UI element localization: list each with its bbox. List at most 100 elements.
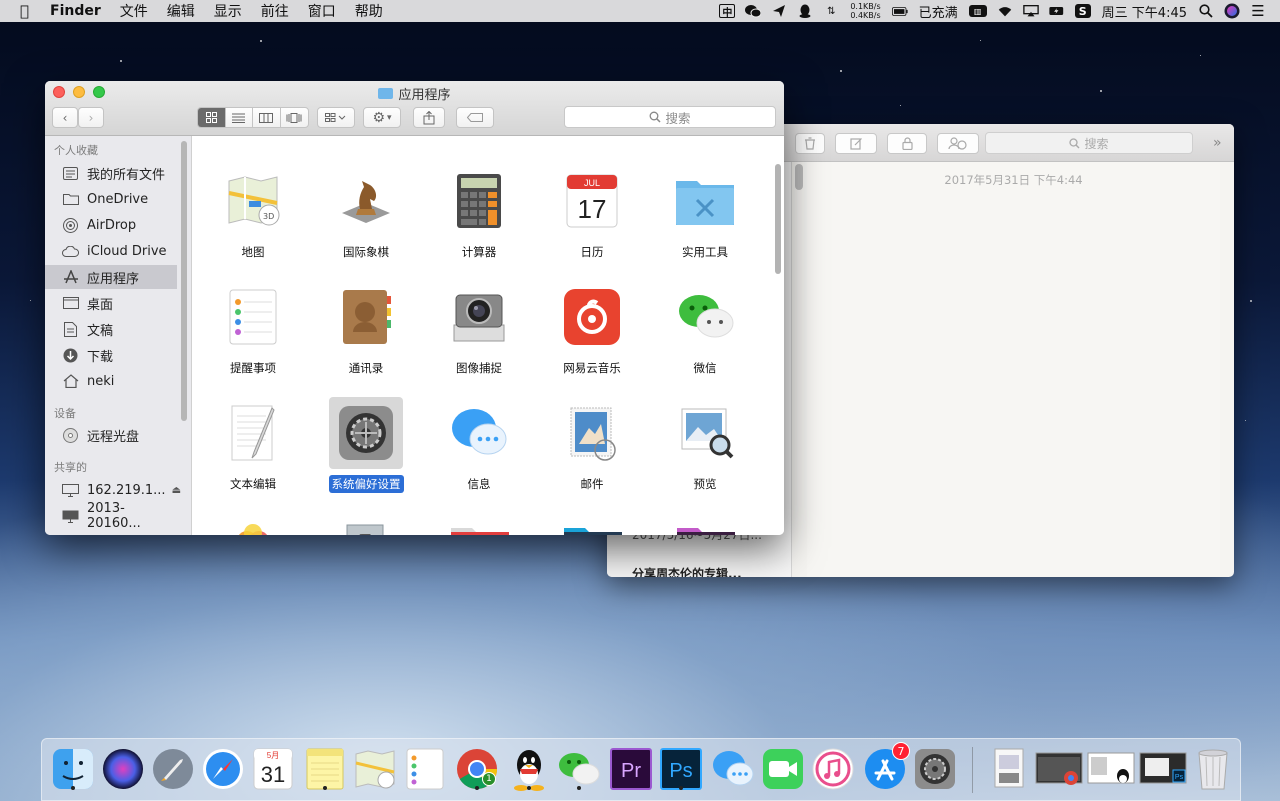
sogou-icon[interactable]: S (1074, 4, 1091, 18)
app-maps[interactable]: 3D 地图 (198, 171, 308, 261)
sidebar-item-home[interactable]: neki (45, 369, 177, 393)
dock-minimized-photoshop-window[interactable]: Ps (1138, 746, 1188, 792)
share-button[interactable] (413, 107, 445, 128)
content-scrollbar[interactable] (775, 164, 781, 274)
app-netease-music[interactable]: 网易云音乐 (537, 287, 647, 377)
sidebar-item-documents[interactable]: 文稿 (45, 317, 177, 341)
app-folder-partial-blue[interactable] (563, 523, 623, 535)
arrows-status-icon[interactable]: ⇅ (823, 4, 839, 18)
app-textedit[interactable]: 文本编辑 (198, 403, 308, 493)
dock-launchpad[interactable] (150, 746, 196, 792)
dock-facetime[interactable] (760, 746, 806, 792)
app-mail[interactable]: 邮件 (537, 403, 647, 493)
app-calculator[interactable]: 计算器 (424, 171, 534, 261)
charging-battery-icon[interactable] (1049, 4, 1065, 18)
dock-minimized-qq-window[interactable] (1086, 746, 1136, 792)
notes-lock-button[interactable] (887, 133, 927, 154)
sidebar-item-desktop[interactable]: 桌面 (45, 291, 177, 315)
notification-center-icon[interactable]: ☰ (1250, 2, 1266, 20)
sidebar-item-shared-computer[interactable]: 2013-20160... (45, 501, 177, 531)
wechat-status-icon[interactable] (745, 4, 762, 18)
qq-status-icon[interactable] (797, 4, 813, 18)
icon-view-button[interactable] (198, 108, 226, 127)
notes-scrollbar[interactable] (795, 164, 803, 190)
dock-qq[interactable] (506, 746, 552, 792)
dock-maps[interactable] (352, 746, 398, 792)
app-folder-partial-red[interactable] (450, 523, 510, 535)
dock-wechat[interactable] (556, 746, 602, 792)
app-messages[interactable]: 信息 (424, 403, 534, 493)
battery-status[interactable]: 已充满 (919, 2, 958, 21)
app-chess[interactable]: 国际象棋 (311, 171, 421, 261)
eject-icon[interactable]: ⏏ (172, 485, 181, 496)
sidebar-item-shared-server[interactable]: 162.219.1... ⏏ (45, 478, 181, 502)
dock-app-store[interactable]: 7 (862, 742, 910, 792)
sidebar-item-downloads[interactable]: 下载 (45, 343, 177, 367)
apple-menu-icon[interactable]:  (20, 2, 38, 20)
menu-go[interactable]: 前往 (261, 1, 289, 21)
action-button[interactable]: ⚙ ▾ (363, 107, 401, 128)
sidebar-item-airdrop[interactable]: AirDrop (45, 213, 177, 237)
sidebar-item-onedrive[interactable]: OneDrive (45, 187, 177, 211)
notes-delete-button[interactable] (795, 133, 825, 154)
notes-share-button[interactable] (937, 133, 979, 154)
note-editor[interactable]: 2017年5月31日 下午4:44 (807, 162, 1220, 577)
dock-reminders[interactable] (402, 746, 448, 792)
dock-photoshop[interactable]: Ps (658, 746, 704, 792)
list-view-button[interactable] (226, 108, 253, 127)
app-system-preferences[interactable]: 系统偏好设置 (311, 397, 421, 493)
wifi-icon[interactable] (997, 4, 1013, 18)
dock-chrome[interactable]: 1 (454, 746, 500, 792)
dock-system-preferences[interactable] (912, 746, 958, 792)
app-photos-partial[interactable] (231, 521, 275, 535)
app-utilities[interactable]: 实用工具 (650, 171, 760, 261)
send-status-icon[interactable] (771, 4, 787, 18)
forward-button[interactable]: › (78, 107, 104, 128)
menubar-clock[interactable]: 周三 下午4:45 (1102, 2, 1187, 21)
tags-button[interactable] (456, 107, 494, 128)
input-method-icon[interactable]: 中 (719, 4, 736, 19)
app-reminders[interactable]: 提醒事项 (198, 287, 308, 377)
menu-window[interactable]: 窗口 (308, 1, 336, 21)
dock-finder[interactable] (50, 746, 96, 792)
menu-view[interactable]: 显示 (214, 1, 242, 21)
app-calendar[interactable]: JUL 17 日历 (537, 171, 647, 261)
finder-search-input[interactable]: 搜索 (564, 106, 776, 128)
dock-siri[interactable] (100, 746, 146, 792)
note-list-item[interactable]: 分享周杰伦的专辑... (632, 565, 742, 577)
column-view-button[interactable] (253, 108, 281, 127)
notes-compose-button[interactable] (835, 133, 877, 154)
dock-messages[interactable] (710, 746, 756, 792)
dock-safari[interactable] (200, 746, 246, 792)
sidebar-item-applications[interactable]: 应用程序 (45, 265, 177, 289)
dock-trash[interactable] (1190, 746, 1236, 792)
dock-calendar[interactable]: 5月 31 (250, 746, 296, 792)
airplay-icon[interactable] (1022, 4, 1039, 18)
app-folder-partial-purple[interactable] (676, 523, 736, 535)
menu-app-name[interactable]: Finder (50, 3, 101, 19)
arrange-button[interactable] (317, 107, 355, 128)
app-wechat[interactable]: 微信 (650, 287, 760, 377)
gallery-view-button[interactable] (281, 108, 309, 127)
app-font-book-partial[interactable]: F (343, 521, 387, 535)
app-image-capture[interactable]: 图像捕捉 (424, 287, 534, 377)
sidebar-item-remote-disc[interactable]: 远程光盘 (45, 423, 177, 447)
app-contacts[interactable]: 通讯录 (311, 287, 421, 377)
notes-search-input[interactable]: 搜索 (985, 132, 1193, 154)
sidebar-scrollbar[interactable] (181, 141, 187, 421)
menu-help[interactable]: 帮助 (355, 1, 383, 21)
toolbar-overflow-icon[interactable]: » (1213, 135, 1222, 151)
sidebar-item-all-my-files[interactable]: 我的所有文件 (45, 161, 177, 185)
menu-edit[interactable]: 编辑 (167, 1, 195, 21)
app-preview[interactable]: 预览 (650, 403, 760, 493)
memory-status-icon[interactable]: ▥ (968, 5, 987, 17)
back-button[interactable]: ‹ (52, 107, 78, 128)
siri-icon[interactable] (1224, 3, 1240, 19)
sidebar-item-icloud-drive[interactable]: iCloud Drive (45, 239, 177, 263)
dock-minimized-chrome-window[interactable] (1034, 746, 1084, 792)
dock-premiere[interactable]: Pr (608, 746, 654, 792)
battery-icon[interactable] (891, 4, 908, 18)
dock-itunes[interactable] (810, 746, 856, 792)
spotlight-search-icon[interactable] (1198, 4, 1214, 18)
menu-file[interactable]: 文件 (120, 1, 148, 21)
